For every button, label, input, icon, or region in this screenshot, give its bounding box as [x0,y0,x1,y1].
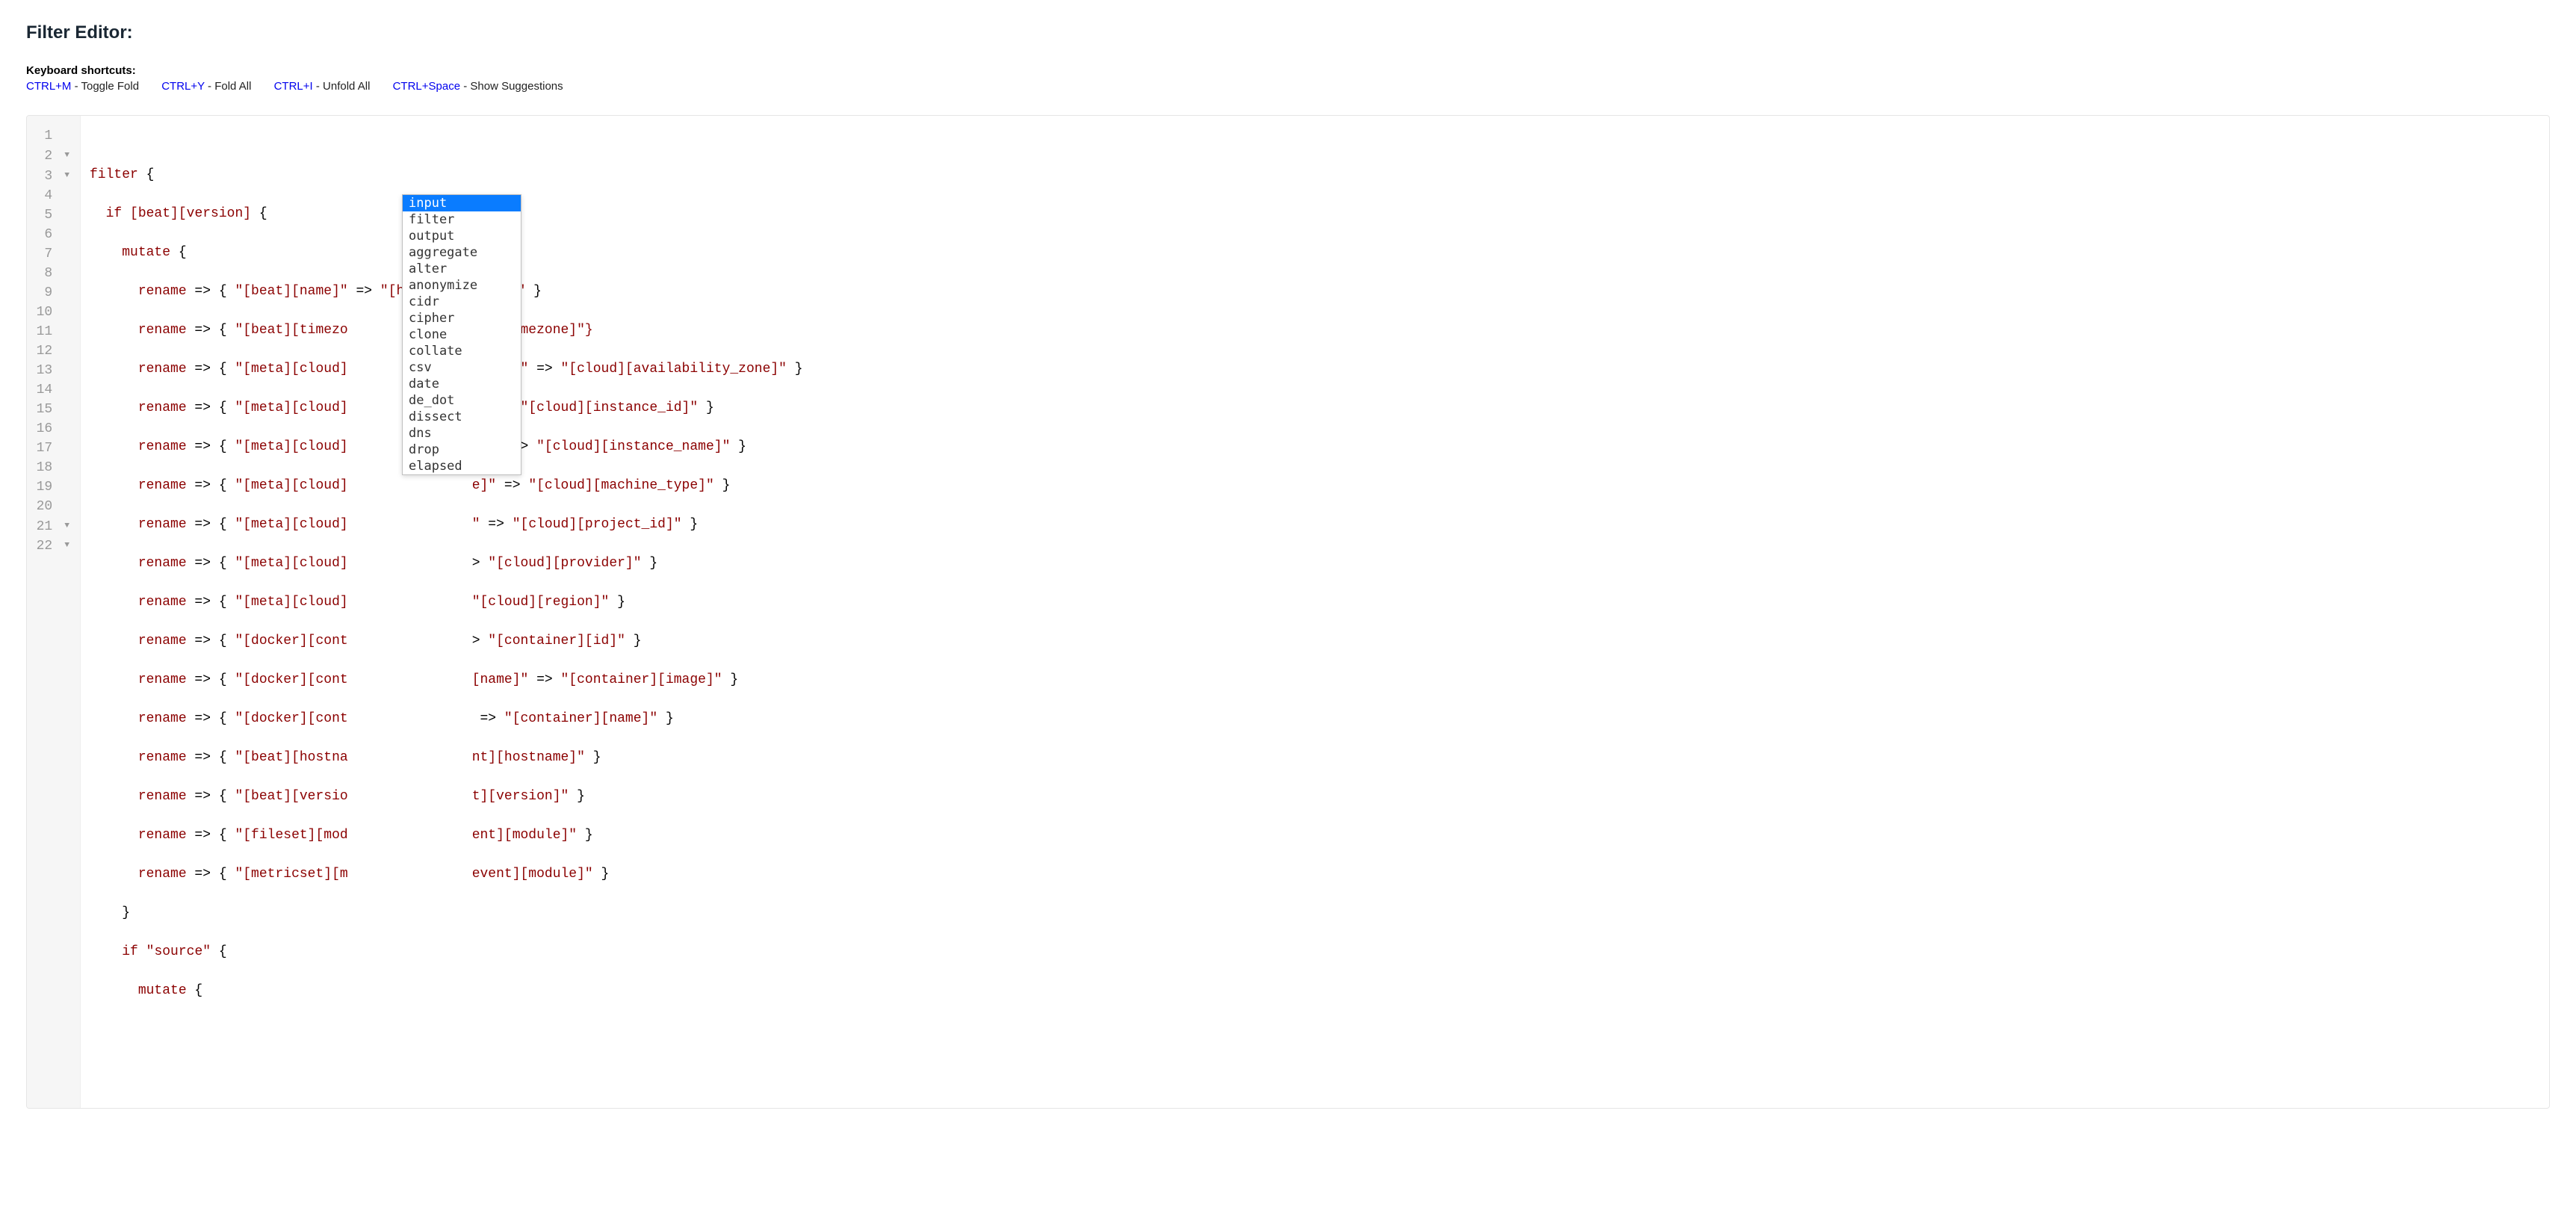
gutter-line: 13 [27,361,75,380]
shortcuts-bar: CTRL+M - Toggle Fold CTRL+Y - Fold All C… [26,80,2550,93]
fold-toggle-icon[interactable]: ▼ [61,516,69,536]
fold-toggle-icon[interactable]: ▼ [61,146,69,165]
autocomplete-item[interactable]: output [403,228,521,244]
keyword-if: if [122,944,138,959]
gutter-line: 19 [27,477,75,497]
keyword-mutate: mutate [122,245,170,260]
gutter-line: 9 [27,283,75,303]
gutter-line: 7 [27,244,75,264]
page-title: Filter Editor: [26,22,2550,43]
gutter-line: 1 [27,126,75,146]
gutter-line: 14 [27,380,75,400]
gutter-line: 17 [27,439,75,458]
gutter-line: 11 [27,322,75,341]
autocomplete-item[interactable]: cipher [403,310,521,326]
gutter-line: 22 ▼ [27,536,75,556]
gutter-line: 2 ▼ [27,146,75,166]
autocomplete-item[interactable]: anonymize [403,277,521,294]
gutter-line: 8 [27,264,75,283]
gutter-line: 4 [27,186,75,205]
shortcut-show-suggestions: CTRL+Space - Show Suggestions [393,80,563,93]
code-area[interactable]: filter { if [beat][version] { mutate { r… [81,116,812,1108]
autocomplete-item[interactable]: input [403,195,521,211]
autocomplete-item[interactable]: elapsed [403,458,521,474]
autocomplete-item[interactable]: date [403,376,521,392]
autocomplete-item[interactable]: de_dot [403,392,521,409]
autocomplete-item[interactable]: dissect [403,409,521,425]
code-editor[interactable]: 1 2 ▼3 ▼4 5 6 7 8 9 10 11 12 13 14 15 16… [26,115,2550,1109]
autocomplete-item[interactable]: clone [403,326,521,343]
autocomplete-item[interactable]: drop [403,442,521,458]
autocomplete-item[interactable]: aggregate [403,244,521,261]
fold-toggle-icon[interactable]: ▼ [61,536,69,555]
keyword-filter: filter [90,167,138,182]
autocomplete-item[interactable]: alter [403,261,521,277]
gutter-line: 16 [27,419,75,439]
gutter-line: 18 [27,458,75,477]
gutter-line: 12 [27,341,75,361]
shortcut-toggle-fold: CTRL+M - Toggle Fold [26,80,139,93]
autocomplete-item[interactable]: collate [403,343,521,359]
gutter-line: 3 ▼ [27,166,75,186]
shortcut-unfold-all: CTRL+I - Unfold All [274,80,371,93]
autocomplete-item[interactable]: csv [403,359,521,376]
gutter-line: 20 [27,497,75,516]
shortcut-fold-all: CTRL+Y - Fold All [161,80,251,93]
autocomplete-popup[interactable]: inputfilteroutputaggregatealteranonymize… [402,194,521,475]
shortcuts-label: Keyboard shortcuts: [26,64,2550,77]
gutter-line: 21 ▼ [27,516,75,536]
keyword-if: if [106,206,123,221]
fold-toggle-icon[interactable]: ▼ [61,166,69,185]
autocomplete-item[interactable]: cidr [403,294,521,310]
gutter-line: 5 [27,205,75,225]
line-gutter: 1 2 ▼3 ▼4 5 6 7 8 9 10 11 12 13 14 15 16… [27,116,81,1108]
autocomplete-item[interactable]: dns [403,425,521,442]
autocomplete-item[interactable]: filter [403,211,521,228]
gutter-line: 6 [27,225,75,244]
gutter-line: 15 [27,400,75,419]
keyword-mutate: mutate [138,983,187,998]
gutter-line: 10 [27,303,75,322]
